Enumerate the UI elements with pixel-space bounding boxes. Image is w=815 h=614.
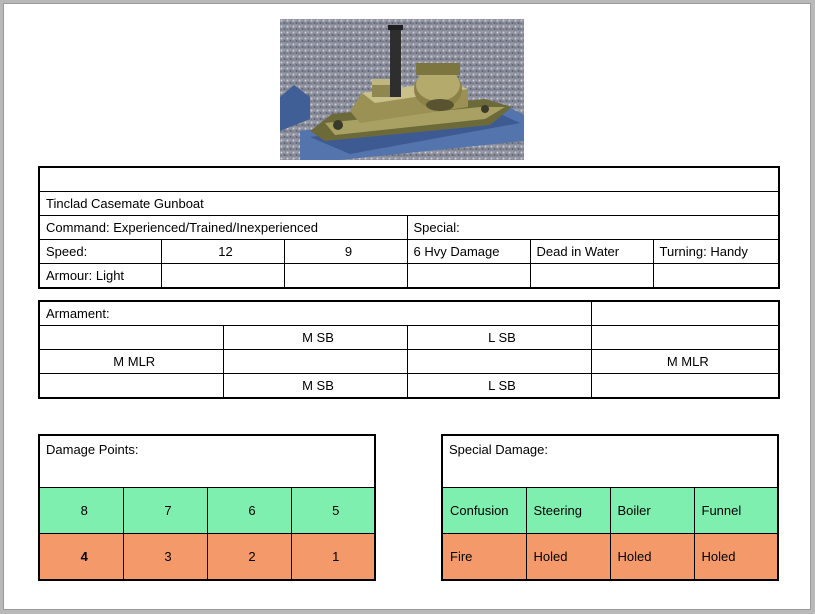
speed-value-damaged: 9 xyxy=(283,239,408,264)
armour-row: Armour: Light xyxy=(38,263,780,289)
damage-points-row-top: 8 7 6 5 xyxy=(38,487,376,534)
command-row: Command: Experienced/Trained/Inexperienc… xyxy=(38,215,780,240)
speed-value-full: 12 xyxy=(160,239,285,264)
damage-points-header: Damage Points: xyxy=(38,434,376,488)
special-damage-table: Special Damage: Confusion Steering Boile… xyxy=(441,434,779,581)
ship-photo xyxy=(280,19,524,160)
armament-label: Armament: xyxy=(38,300,592,326)
gun-cell: M SB xyxy=(222,325,408,350)
ship-info-table: Tinclad Casemate Gunboat Command: Experi… xyxy=(38,166,781,289)
special-damage-box[interactable]: Boiler xyxy=(609,487,695,534)
special-damage-box[interactable]: Holed xyxy=(693,533,779,581)
special-damage-box[interactable]: Confusion xyxy=(441,487,527,534)
gun-cell: M SB xyxy=(222,373,408,399)
armament-row-1: M SB L SB xyxy=(38,325,780,350)
special-label: Special: xyxy=(406,215,780,240)
page: Tinclad Casemate Gunboat Command: Experi… xyxy=(4,4,810,609)
blank-row xyxy=(38,166,780,192)
special-damage-row-bottom: Fire Holed Holed Holed xyxy=(441,533,779,581)
turning-cell: Turning: Handy xyxy=(652,239,780,264)
heavy-damage-cell: 6 Hvy Damage xyxy=(406,239,531,264)
damage-point-box[interactable]: 7 xyxy=(122,487,208,534)
damage-points-row-bottom: 4 3 2 1 xyxy=(38,533,376,581)
speed-row: Speed: 12 9 6 Hvy Damage Dead in Water T… xyxy=(38,239,780,264)
damage-point-box[interactable]: 2 xyxy=(206,533,292,581)
armament-row-2: M MLR M MLR xyxy=(38,349,780,374)
gunboat-model-image xyxy=(280,19,524,160)
special-damage-box[interactable]: Steering xyxy=(525,487,611,534)
damage-point-box[interactable]: 4 xyxy=(38,533,124,581)
special-damage-label: Special Damage: xyxy=(441,434,779,488)
damage-points-table: Damage Points: 8 7 6 5 4 3 2 1 xyxy=(38,434,376,581)
armament-table: Armament: M SB L SB M MLR M MLR M SB L S… xyxy=(38,300,781,399)
command-text: Command: Experienced/Trained/Inexperienc… xyxy=(38,215,408,240)
armament-row-3: M SB L SB xyxy=(38,373,780,399)
special-damage-box[interactable]: Holed xyxy=(525,533,611,581)
special-damage-box[interactable]: Fire xyxy=(441,533,527,581)
title-row: Tinclad Casemate Gunboat xyxy=(38,191,780,216)
gun-cell: M MLR xyxy=(38,349,224,374)
damage-point-box[interactable]: 6 xyxy=(206,487,292,534)
damage-point-box[interactable]: 5 xyxy=(290,487,376,534)
damage-point-box[interactable]: 3 xyxy=(122,533,208,581)
damage-point-box[interactable]: 8 xyxy=(38,487,124,534)
gun-cell: M MLR xyxy=(590,349,780,374)
special-damage-row-top: Confusion Steering Boiler Funnel xyxy=(441,487,779,534)
damage-points-label: Damage Points: xyxy=(38,434,376,488)
speed-label: Speed: xyxy=(38,239,162,264)
gun-cell: L SB xyxy=(406,325,592,350)
special-damage-header: Special Damage: xyxy=(441,434,779,488)
damage-point-box[interactable]: 1 xyxy=(290,533,376,581)
dead-in-water-cell: Dead in Water xyxy=(529,239,654,264)
special-damage-box[interactable]: Holed xyxy=(609,533,695,581)
special-damage-box[interactable]: Funnel xyxy=(693,487,779,534)
gun-cell: L SB xyxy=(406,373,592,399)
armour-text: Armour: Light xyxy=(38,263,162,289)
ship-title: Tinclad Casemate Gunboat xyxy=(38,191,780,216)
armament-header-row: Armament: xyxy=(38,300,780,326)
